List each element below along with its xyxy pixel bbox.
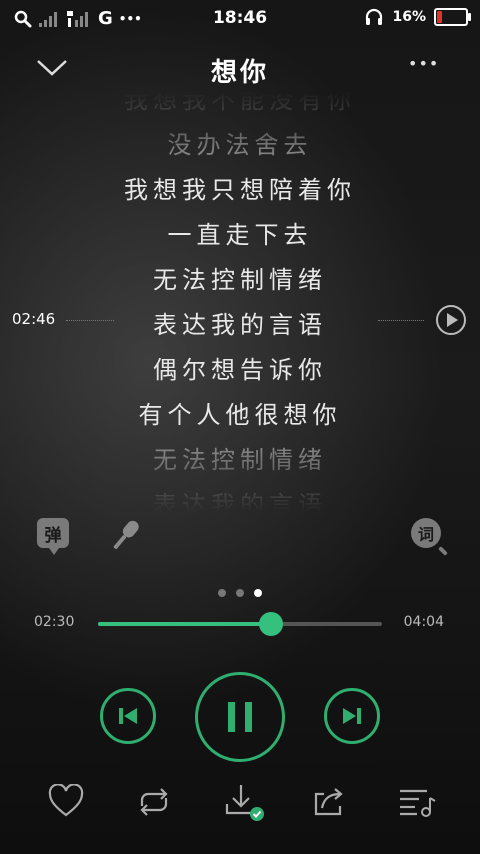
lyrics-panel[interactable]: 我想我不能没有你没办法舍去我想我只想陪着你 一直走下去无法控制情绪表达我的言语 偶尔… bbox=[0, 92, 480, 512]
page-dot[interactable] bbox=[218, 589, 226, 597]
lyric-line: 有个人他很想你 bbox=[138, 401, 342, 429]
repeat-icon[interactable] bbox=[134, 786, 174, 818]
status-right: 16% bbox=[364, 8, 471, 26]
battery-fill bbox=[437, 11, 442, 23]
headphones-icon bbox=[366, 8, 383, 25]
lyric-line: 一直走下去 bbox=[167, 221, 313, 249]
current-time: 02:30 bbox=[34, 614, 75, 630]
battery-percent: 16% bbox=[392, 9, 426, 25]
danmaku-label: 弹 bbox=[44, 525, 62, 546]
lyric-line: 表达我的言语 bbox=[153, 491, 327, 512]
page-indicator bbox=[0, 582, 480, 601]
progress-knob[interactable] bbox=[259, 612, 284, 636]
lyric-line: 偶尔想告诉你 bbox=[153, 356, 327, 384]
pause-button[interactable] bbox=[195, 672, 285, 762]
lyrics-search-label: 词 bbox=[417, 525, 434, 544]
bottom-actions bbox=[0, 780, 480, 828]
progress-track[interactable] bbox=[98, 612, 382, 636]
more-options-button[interactable]: ••• bbox=[408, 54, 439, 73]
next-button[interactable] bbox=[324, 688, 380, 744]
lyrics-seek-indicator: 02:46 bbox=[0, 304, 480, 336]
progress-played bbox=[98, 622, 272, 626]
lyric-line: 没办法舍去 bbox=[167, 131, 313, 159]
pause-icon bbox=[228, 702, 252, 732]
seek-time: 02:46 bbox=[12, 310, 56, 328]
lyric-line: 我想我不能没有你 bbox=[124, 92, 356, 114]
status-bar: G ••• 18:46 16% bbox=[0, 0, 480, 36]
lyrics-search-button[interactable]: 词 bbox=[411, 518, 448, 556]
previous-button[interactable] bbox=[100, 688, 156, 744]
seek-line-right bbox=[378, 320, 424, 321]
page-dot[interactable] bbox=[236, 589, 244, 597]
danmaku-button[interactable]: 弹 bbox=[37, 518, 69, 555]
playback-controls bbox=[0, 670, 480, 762]
skip-previous-icon bbox=[119, 708, 137, 724]
lyric-line: 我想我只想陪着你 bbox=[124, 176, 356, 204]
lyric-line: 无法控制情绪 bbox=[153, 266, 327, 294]
lyrics-actions: 弹 词 bbox=[0, 512, 480, 562]
playback-progress: 02:30 04:04 bbox=[0, 610, 480, 640]
page-dot[interactable] bbox=[254, 589, 262, 597]
play-from-here-icon[interactable] bbox=[435, 304, 467, 336]
danmaku-bubble-tail bbox=[49, 548, 59, 555]
top-bar: 想你 ••• bbox=[0, 38, 480, 98]
heart-icon[interactable] bbox=[48, 784, 84, 818]
lyrics-search-handle bbox=[438, 546, 448, 556]
battery-icon bbox=[434, 8, 471, 26]
skip-next-icon bbox=[343, 708, 361, 724]
playlist-icon[interactable] bbox=[397, 786, 437, 818]
total-time: 04:04 bbox=[403, 614, 444, 630]
share-icon[interactable] bbox=[310, 784, 348, 820]
download-icon[interactable] bbox=[223, 782, 267, 824]
lyric-line: 无法控制情绪 bbox=[153, 446, 327, 474]
seek-line-left bbox=[66, 320, 114, 321]
microphone-icon[interactable] bbox=[106, 516, 144, 556]
